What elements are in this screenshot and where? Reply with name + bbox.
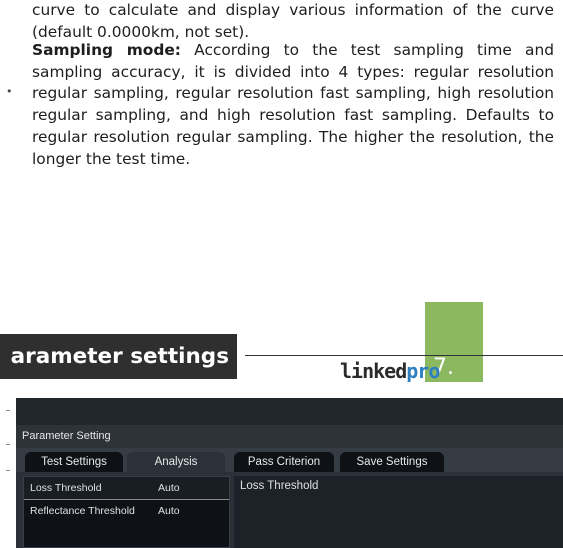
tab-pass-criterion[interactable]: Pass Criterion	[234, 452, 334, 472]
logo-text-part2: pro	[406, 359, 440, 383]
logo-text-part1: linked	[340, 359, 407, 383]
tab-test-settings[interactable]: Test Settings	[25, 452, 123, 472]
list-item-label: Reflectance Threshold	[30, 505, 135, 517]
list-item-value: Auto	[158, 505, 180, 517]
paragraph-continuation: curve to calculate and display various i…	[32, 1, 554, 41]
sampling-mode-paragraph: Sampling mode: According to the test sam…	[32, 40, 554, 170]
margin-tick	[6, 470, 10, 471]
margin-tick	[6, 444, 10, 445]
list-item-label: Loss Threshold	[30, 482, 102, 494]
brand-logo: linkedpro	[340, 359, 440, 383]
parameter-setting-window: Parameter Setting Test Settings Analysis…	[16, 425, 563, 548]
detail-pane: Loss Threshold	[234, 476, 563, 548]
section-title: arameter settings	[10, 344, 229, 369]
tab-bar: Test Settings Analysis Pass Criterion Sa…	[16, 448, 563, 472]
detail-title: Loss Threshold	[240, 480, 319, 492]
settings-list: Loss Threshold Auto Reflectance Threshol…	[23, 476, 230, 548]
margin-tick	[6, 410, 10, 411]
section-divider	[245, 355, 563, 356]
window-title: Parameter Setting	[16, 425, 563, 448]
tab-analysis[interactable]: Analysis	[127, 452, 225, 472]
analysis-panel: Loss Threshold Auto Reflectance Threshol…	[16, 472, 563, 548]
sampling-mode-text: According to the test sampling time and …	[32, 41, 555, 168]
sampling-mode-label: Sampling mode:	[32, 41, 181, 59]
list-item-reflectance-threshold[interactable]: Reflectance Threshold Auto	[24, 500, 229, 522]
list-item-value: Auto	[158, 482, 180, 494]
bullet-marker: •	[6, 85, 13, 98]
section-header: arameter settings	[0, 334, 237, 379]
list-item-loss-threshold[interactable]: Loss Threshold Auto	[24, 477, 229, 500]
device-screenshot: Parameter Setting Test Settings Analysis…	[16, 398, 563, 548]
screen-top-bar	[16, 398, 563, 425]
tab-save-settings[interactable]: Save Settings	[340, 452, 444, 472]
